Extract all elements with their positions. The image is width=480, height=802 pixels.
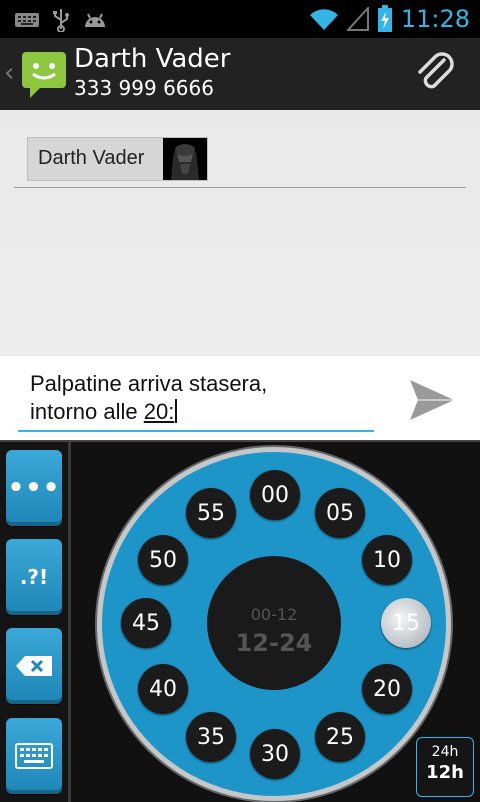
message-input[interactable]: Palpatine arriva stasera, intorno alle 2… <box>30 370 267 426</box>
minute-45[interactable]: 45 <box>121 598 171 648</box>
conversation-area: Darth Vader <box>0 110 480 356</box>
punctuation-label: .?! <box>19 565 49 589</box>
minute-40[interactable]: 40 <box>138 664 188 714</box>
mode-12h-label: 12h <box>426 762 464 783</box>
contact-name: Darth Vader <box>74 44 231 74</box>
more-options-button[interactable]: ••• <box>6 450 62 526</box>
composing-text: 20: <box>143 399 175 424</box>
minute-50[interactable]: 50 <box>138 535 188 585</box>
minute-25[interactable]: 25 <box>315 712 365 762</box>
recipient-field-underline <box>14 187 466 188</box>
minute-00[interactable]: 00 <box>250 470 300 520</box>
backspace-button[interactable] <box>6 628 62 704</box>
clock: 11:28 <box>400 5 470 33</box>
keyboard-side-column: ••• .?! <box>0 442 71 802</box>
recipient-chip-name: Darth Vader <box>38 147 145 169</box>
notification-icons <box>14 8 108 32</box>
wifi-icon <box>309 9 338 30</box>
contact-photo <box>163 138 207 180</box>
keyboard-switch-button[interactable] <box>6 718 62 794</box>
attach-paperclip-icon[interactable] <box>414 52 460 98</box>
minute-30[interactable]: 30 <box>250 729 300 779</box>
more-options-icon: ••• <box>7 473 61 503</box>
keyboard-icon <box>15 743 53 769</box>
battery-charging-icon <box>377 5 392 32</box>
usb-icon <box>53 9 69 32</box>
message-line-1: Palpatine arriva stasera, <box>30 371 268 396</box>
hour-range-pm[interactable]: 12-24 <box>207 629 341 657</box>
back-chevron-icon[interactable]: ‹ <box>4 58 14 88</box>
minute-20[interactable]: 20 <box>362 664 412 714</box>
mode-24h-label: 24h <box>431 744 459 760</box>
backspace-icon <box>16 656 52 676</box>
punctuation-button[interactable]: .?! <box>6 539 62 615</box>
status-bar: 11:28 <box>0 0 480 38</box>
message-line-2-prefix: intorno alle <box>30 399 144 424</box>
messaging-app-icon[interactable] <box>20 48 68 100</box>
minute-55[interactable]: 55 <box>186 488 236 538</box>
minute-05[interactable]: 05 <box>315 488 365 538</box>
message-input-underline <box>18 430 374 432</box>
action-bar: ‹ Darth Vader 333 999 6666 <box>0 38 480 112</box>
send-button[interactable] <box>408 378 456 422</box>
hour-range-am[interactable]: 00-12 <box>207 605 341 624</box>
text-caret <box>175 399 178 423</box>
contact-number: 333 999 6666 <box>74 76 214 100</box>
time-keyboard: ••• .?! 00-12 12-24 00 05 10 15 20 25 30… <box>0 440 480 802</box>
minute-10[interactable]: 10 <box>362 535 412 585</box>
keyboard-icon <box>15 13 39 27</box>
minute-15[interactable]: 15 <box>381 598 431 648</box>
hour-mode-toggle[interactable]: 24h 12h <box>416 737 474 797</box>
message-composer[interactable]: Palpatine arriva stasera, intorno alle 2… <box>0 356 480 440</box>
signal-icon <box>346 7 369 31</box>
recipient-chip[interactable]: Darth Vader <box>27 137 208 181</box>
minute-35[interactable]: 35 <box>186 712 236 762</box>
android-debug-icon <box>85 13 105 27</box>
